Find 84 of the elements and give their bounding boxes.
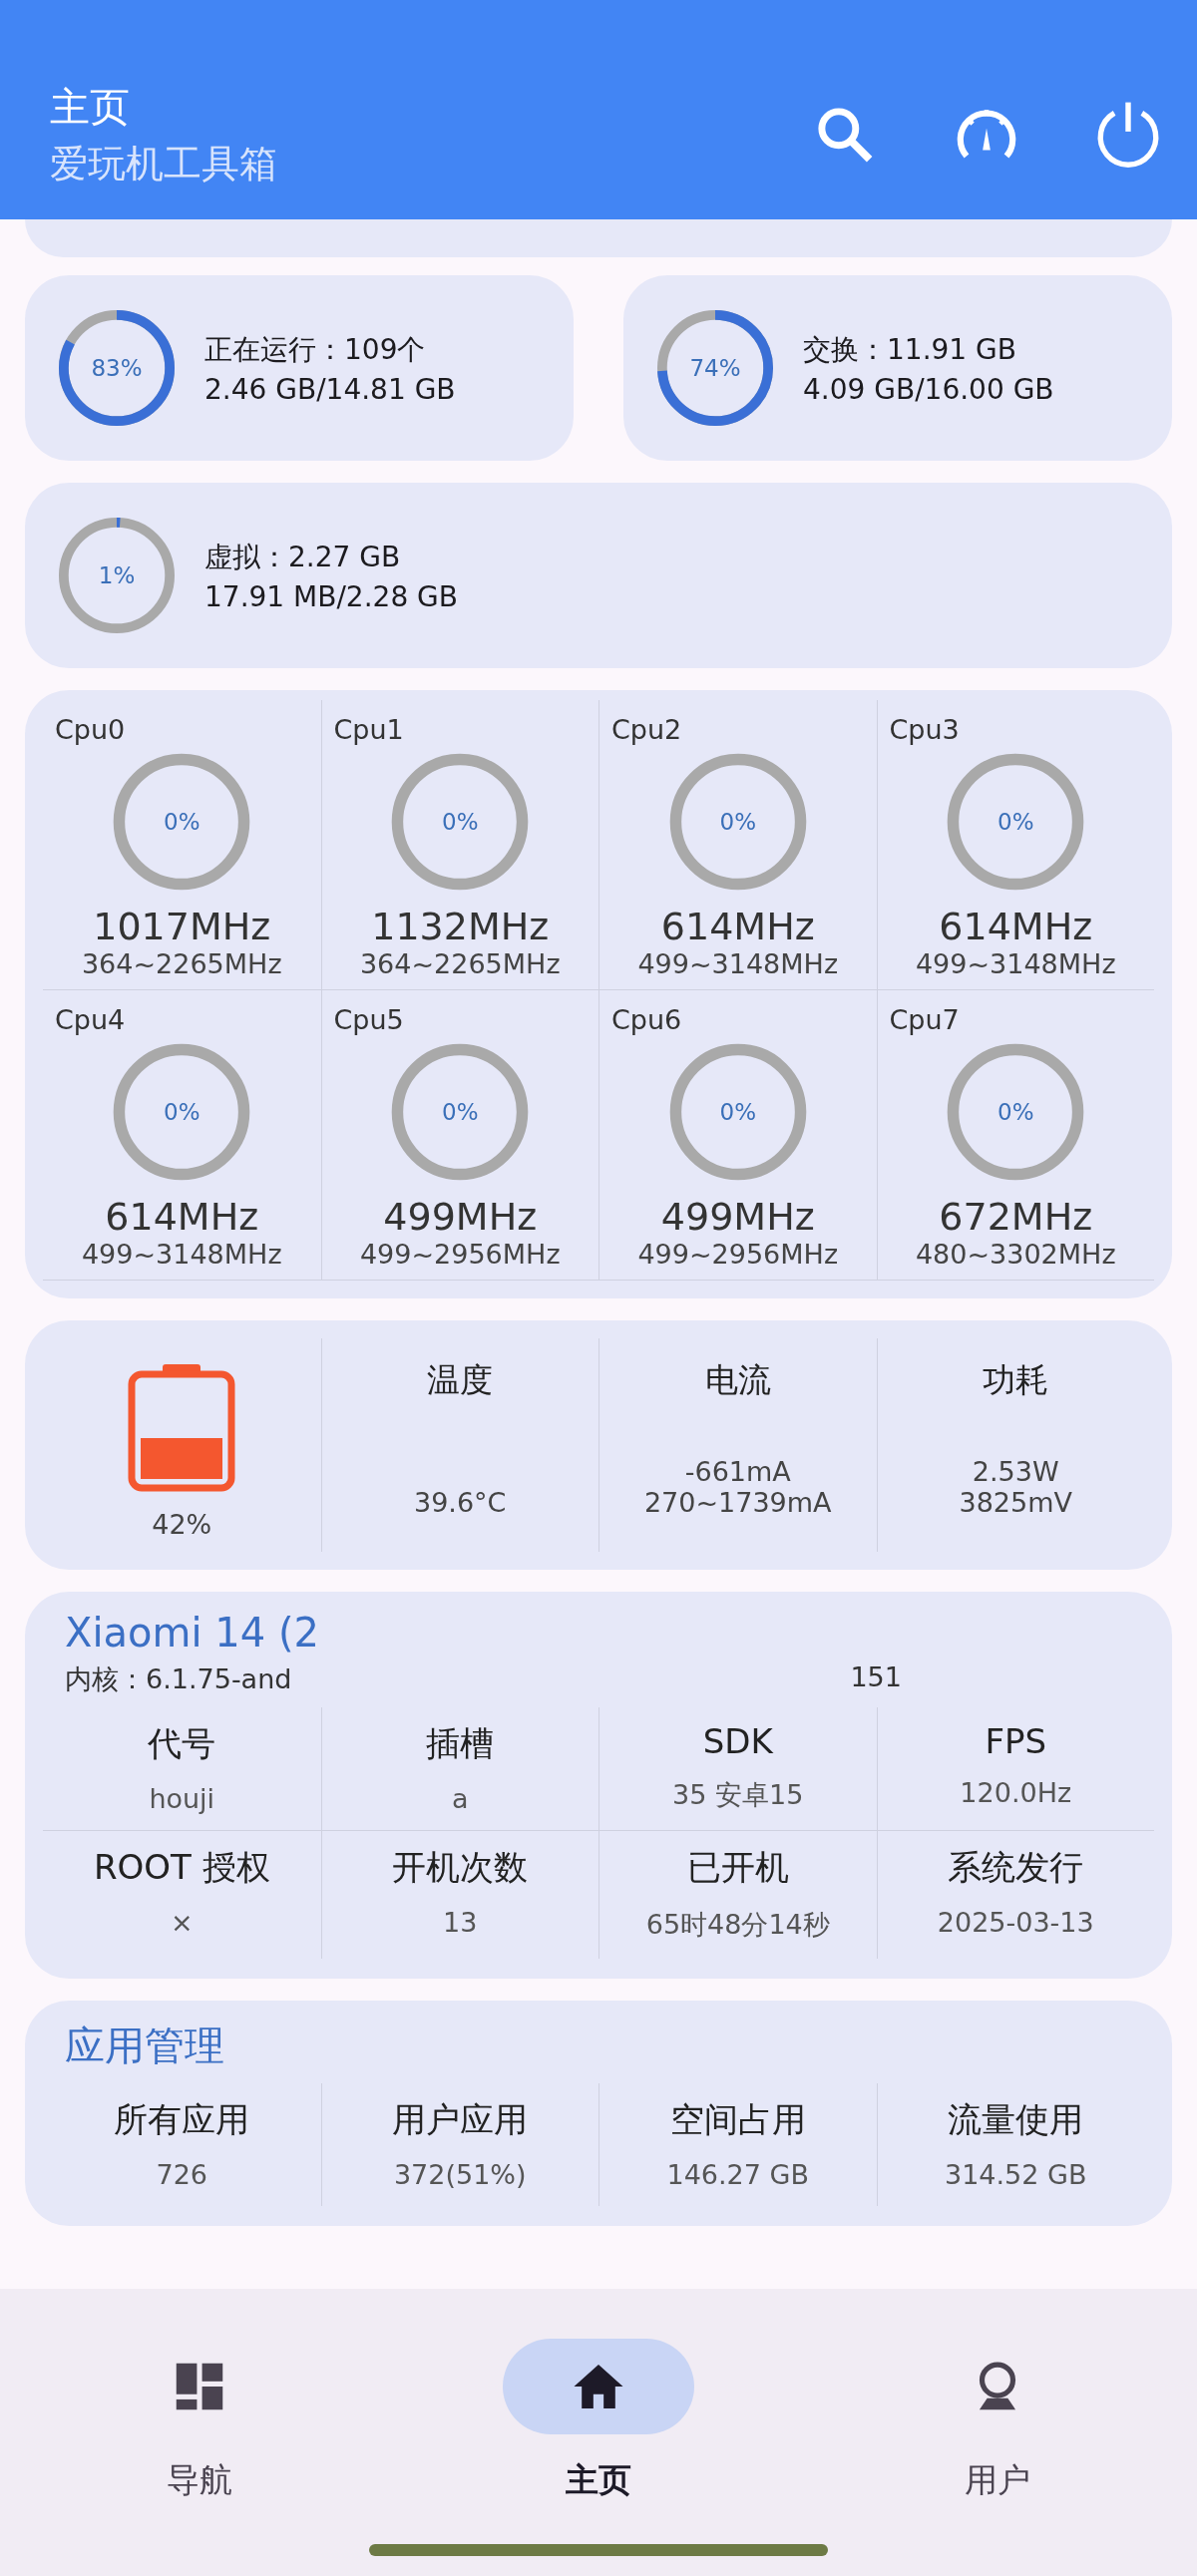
memory-detail: 4.09 GB/16.00 GB — [803, 372, 1054, 406]
percent-label: 0% — [719, 809, 756, 835]
stat-value: 2.53W — [972, 1456, 1059, 1487]
percent-label: 0% — [442, 1099, 479, 1125]
percent-label: 0% — [998, 809, 1034, 835]
info-label: 空间占用 — [669, 2098, 806, 2141]
frequency-range: 499~3148MHz — [637, 948, 839, 979]
frequency-range: 364~2265MHz — [81, 948, 282, 979]
info-value: houji — [149, 1783, 215, 1814]
stat-value: 270~1739mA — [643, 1487, 832, 1518]
cpu-name: Cpu6 — [611, 1004, 682, 1035]
stat-label: 温度 — [427, 1359, 494, 1401]
info-value: 13 — [443, 1907, 478, 1938]
info-value: a — [451, 1783, 469, 1814]
info-value: 726 — [156, 2159, 207, 2190]
memory-detail: 17.91 MB/2.28 GB — [204, 579, 458, 613]
cpu-name: Cpu2 — [611, 714, 682, 745]
memory-label: 虚拟：2.27 GB — [204, 539, 402, 575]
info-value: 35 安卓15 — [672, 1778, 804, 1812]
kernel-version: 151 — [850, 1661, 902, 1694]
info-label: 系统发行 — [948, 1846, 1084, 1889]
device-title: Xiaomi 14 (2 — [65, 1610, 320, 1656]
cpu-frequency: 614MHz — [105, 1195, 259, 1239]
stat-label: 电流 — [704, 1359, 771, 1401]
percent-label: 0% — [719, 1099, 756, 1125]
memory-label: 正在运行：109个 — [204, 331, 427, 368]
kernel-version: 内核：6.1.75-and — [65, 1662, 292, 1696]
info-label: 插槽 — [426, 1722, 495, 1765]
cpu-frequency: 614MHz — [939, 905, 1093, 948]
info-label: 开机次数 — [392, 1846, 529, 1889]
info-label: 已开机 — [686, 1846, 789, 1889]
memory-label: 交换：11.91 GB — [803, 331, 1017, 368]
nav-tab[interactable]: 导航 — [0, 2339, 399, 2503]
percent-label: 0% — [442, 809, 479, 835]
info-value: 2025-03-13 — [937, 1907, 1094, 1938]
cpu-name: Cpu7 — [889, 1004, 960, 1035]
nav-tab[interactable]: 主页 — [399, 2339, 798, 2503]
info-value: 120.0Hz — [960, 1777, 1072, 1808]
memory-detail: 2.46 GB/14.81 GB — [204, 372, 456, 406]
battery-percent: 42% — [152, 1509, 212, 1540]
cpu-name: Cpu5 — [333, 1004, 404, 1035]
cpu-frequency: 1017MHz — [93, 905, 271, 948]
cpu-frequency: 614MHz — [660, 905, 815, 948]
frequency-range: 364~2265MHz — [359, 948, 561, 979]
cpu-frequency: 499MHz — [383, 1195, 538, 1239]
frequency-range: 499~3148MHz — [915, 948, 1116, 979]
info-label: 代号 — [148, 1722, 216, 1765]
info-label: 用户应用 — [392, 2098, 529, 2141]
percent-label: 83% — [91, 355, 143, 381]
cpu-name: Cpu4 — [55, 1004, 126, 1035]
cpu-frequency: 499MHz — [660, 1195, 815, 1239]
frequency-range: 499~3148MHz — [81, 1239, 282, 1270]
percent-label: 0% — [164, 1099, 200, 1125]
cpu-name: Cpu1 — [333, 714, 404, 745]
cpu-name: Cpu0 — [55, 714, 126, 745]
info-label: 所有应用 — [114, 2098, 250, 2141]
frequency-range: 499~2956MHz — [637, 1239, 839, 1270]
percent-label: 0% — [998, 1099, 1034, 1125]
frequency-range: 499~2956MHz — [359, 1239, 561, 1270]
info-label: SDK — [702, 1721, 773, 1761]
section-title: 应用管理 — [65, 2022, 225, 2070]
nav-tab[interactable]: 用户 — [798, 2339, 1197, 2503]
info-label: FPS — [985, 1721, 1047, 1761]
frequency-range: 480~3302MHz — [915, 1239, 1116, 1270]
stat-label: 功耗 — [983, 1359, 1049, 1401]
stat-value: -661mA — [684, 1456, 791, 1487]
page-title: 主页 — [50, 83, 131, 132]
cpu-frequency: 672MHz — [939, 1195, 1093, 1239]
info-value: 65时48分14秒 — [645, 1908, 830, 1942]
info-value: × — [170, 1907, 194, 1938]
cpu-frequency: 1132MHz — [371, 905, 550, 948]
app-subtitle: 爱玩机工具箱 — [50, 141, 277, 187]
info-value: 314.52 GB — [945, 2159, 1087, 2190]
stat-value: 39.6°C — [414, 1487, 507, 1518]
percent-label: 0% — [164, 809, 200, 835]
cpu-name: Cpu3 — [889, 714, 960, 745]
info-label: ROOT 授权 — [93, 1846, 270, 1889]
stat-value: 3825mV — [959, 1487, 1072, 1518]
info-value: 146.27 GB — [666, 2159, 809, 2190]
info-value: 372(51%) — [393, 2159, 527, 2190]
percent-label: 74% — [689, 355, 741, 381]
info-label: 流量使用 — [948, 2098, 1084, 2141]
battery-icon — [127, 1362, 237, 1492]
percent-label: 1% — [98, 562, 136, 588]
